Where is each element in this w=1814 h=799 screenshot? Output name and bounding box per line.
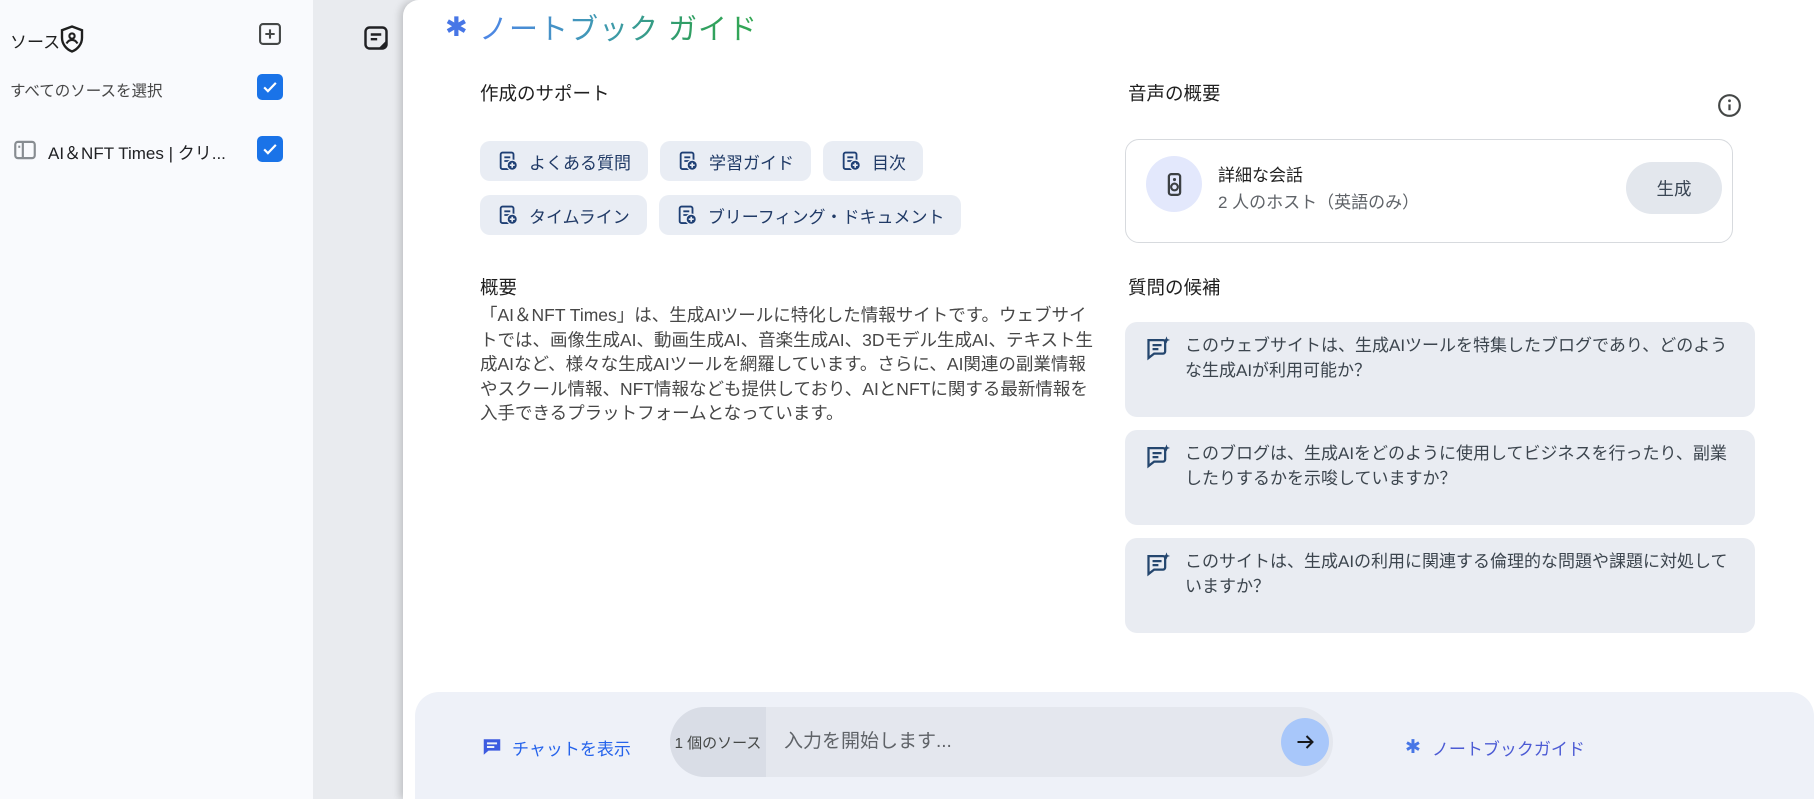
audio-overview-heading: 音声の概要 (1128, 83, 1221, 104)
question-text: このブログは、生成AIをどのように使用してビジネスを行ったり、副業したりするかを… (1185, 444, 1727, 488)
audio-card-subtitle: 2 人のホスト（英語のみ） (1218, 193, 1420, 212)
guide-panel-title: ノートブック ガイド (479, 6, 758, 48)
question-text: このサイトは、生成AIの利用に関連する倫理的な問題や課題に対処していますか？ (1185, 552, 1728, 596)
chip-timeline[interactable]: タイムライン (480, 195, 647, 235)
chat-sparkle-icon (1144, 443, 1171, 470)
summary-heading: 概要 (480, 277, 518, 298)
chat-input[interactable] (766, 707, 1281, 777)
questions-heading: 質問の候補 (1128, 277, 1221, 298)
notebook-guide-button[interactable]: ✱ ノートブックガイド (1405, 732, 1585, 762)
website-source-icon (11, 137, 39, 163)
support-chips: よくある質問 学習ガイド 目次 タイムライン ブリーフィング・ドキュメント (480, 141, 1060, 235)
chip-briefing-document[interactable]: ブリーフィング・ドキュメント (658, 195, 962, 235)
audio-overview-card: 詳細な会話 2 人のホスト（英語のみ） 生成 (1125, 139, 1733, 243)
chat-sparkle-icon (1144, 335, 1171, 362)
sources-sidebar: ソース すべてのソースを選択 AI＆NFT Times | クリ... (0, 0, 313, 799)
generate-button[interactable]: 生成 (1626, 162, 1722, 214)
gemini-sparkle-icon: ✱ (1405, 736, 1421, 758)
chat-sparkle-icon (1144, 551, 1171, 578)
source-count-badge: 1 個のソース (670, 707, 766, 777)
chat-panel-strip (313, 0, 403, 799)
source-item-title[interactable]: AI＆NFT Times | クリ... (48, 139, 226, 164)
sources-title: ソース (10, 33, 61, 52)
chat-input-bar: チャットを表示 1 個のソース ✱ ノートブックガイド (415, 692, 1814, 799)
show-chat-label: チャットを表示 (512, 739, 631, 759)
chip-study-guide[interactable]: 学習ガイド (660, 141, 811, 181)
select-all-checkbox[interactable] (257, 74, 283, 100)
source-checkbox[interactable] (257, 136, 283, 162)
chip-label: 目次 (872, 153, 906, 173)
summary-text: 「AI＆NFT Times」は、生成AIツールに特化した情報サイトです。ウェブサ… (480, 305, 1093, 424)
suggested-question-card[interactable]: このサイトは、生成AIの利用に関連する倫理的な問題や課題に対処していますか？ (1125, 538, 1755, 633)
gemini-sparkle-icon: ✱ (445, 12, 468, 42)
question-text: このウェブサイトは、生成AIツールを特集したブログであり、どのような生成AIが利… (1185, 336, 1728, 380)
chat-icon (483, 739, 501, 755)
select-all-sources-label: すべてのソースを選択 (10, 83, 163, 100)
note-icon (362, 24, 390, 52)
notebook-guide-label: ノートブックガイド (1431, 739, 1585, 759)
chip-label: よくある質問 (529, 153, 631, 173)
notebooklm-app: ソース すべてのソースを選択 AI＆NFT Times | クリ... ✱ ノー… (0, 0, 1814, 799)
suggested-question-card[interactable]: このウェブサイトは、生成AIツールを特集したブログであり、どのような生成AIが利… (1125, 322, 1755, 417)
speaker-icon (1167, 172, 1181, 196)
show-chat-button[interactable]: チャットを表示 (481, 732, 631, 762)
chip-label: タイムライン (529, 207, 630, 227)
chip-label: 学習ガイド (709, 153, 794, 173)
chip-table-of-contents[interactable]: 目次 (823, 141, 923, 181)
chip-faq[interactable]: よくある質問 (480, 141, 648, 181)
arrow-right-icon (1297, 735, 1314, 749)
audio-card-title: 詳細な会話 (1218, 166, 1303, 185)
send-button[interactable] (1281, 718, 1329, 766)
info-icon[interactable] (1716, 92, 1743, 119)
notebook-guide-panel: ✱ ノートブック ガイド 作成のサポート よくある質問 学習ガイド 目次 タイム… (403, 0, 1814, 799)
chip-label: ブリーフィング・ドキュメント (707, 207, 945, 227)
add-source-button[interactable] (256, 20, 284, 48)
speaker-avatar (1146, 156, 1202, 212)
support-heading: 作成のサポート (480, 83, 610, 104)
shield-person-icon (57, 24, 87, 54)
suggested-question-card[interactable]: このブログは、生成AIをどのように使用してビジネスを行ったり、副業したりするかを… (1125, 430, 1755, 525)
chat-input-pill: 1 個のソース (670, 707, 1333, 777)
